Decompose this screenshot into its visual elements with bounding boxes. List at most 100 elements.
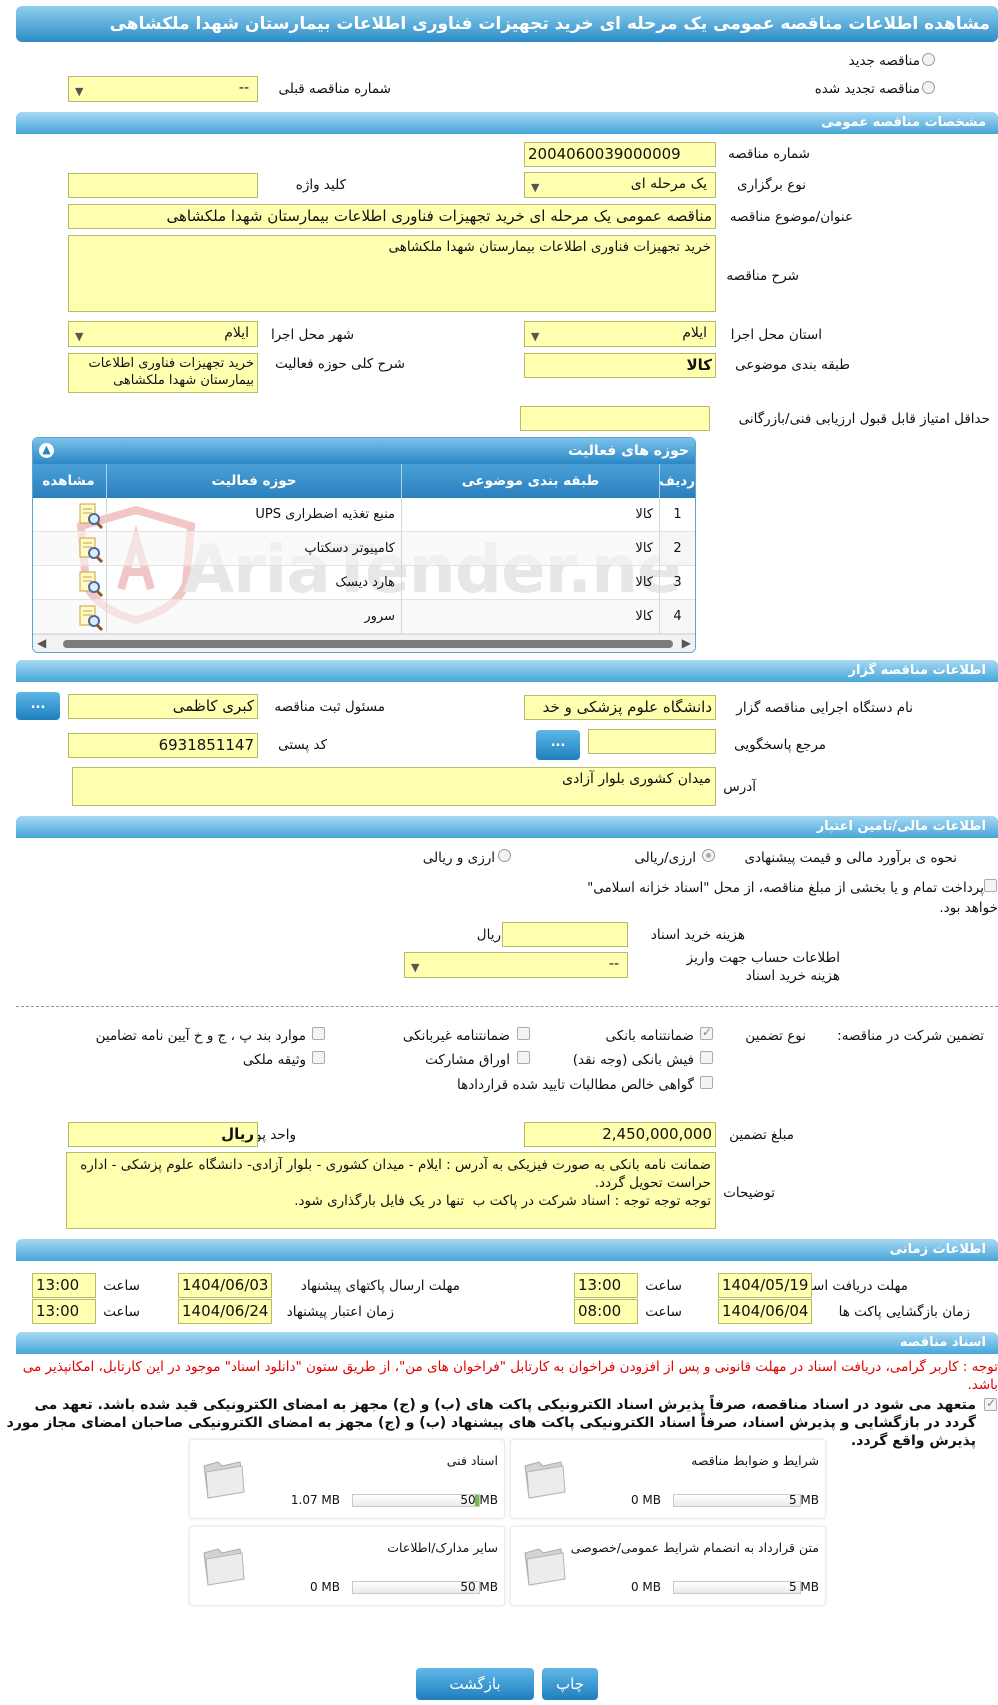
file-usage-bar bbox=[673, 1581, 801, 1594]
new-tender-radio[interactable] bbox=[922, 53, 935, 66]
keyword-field[interactable] bbox=[68, 173, 258, 198]
city-select[interactable]: ایلام ▼ bbox=[68, 321, 258, 347]
prev-number-select[interactable]: -- ▼ bbox=[68, 76, 258, 102]
org-name-label: نام دستگاه اجرایی مناقصه گزار bbox=[736, 700, 913, 716]
folder-icon bbox=[203, 1548, 245, 1586]
commitment-checkbox[interactable] bbox=[984, 1396, 997, 1411]
province-select[interactable]: ایلام ▼ bbox=[524, 321, 716, 347]
doc-cost-field[interactable] bbox=[502, 922, 628, 947]
participation-guarantee-label: تضمین شرکت در مناقصه: bbox=[837, 1028, 984, 1044]
row-field: منبع تغذیه اضطراری UPS bbox=[106, 498, 401, 532]
treasury-text-cont: خواهد بود. bbox=[939, 900, 998, 916]
section-header-organizer: اطلاعات مناقصه گزار bbox=[16, 660, 998, 682]
row-field: سرور bbox=[106, 600, 401, 634]
file-max-size: 50 MB bbox=[460, 1493, 498, 1507]
non-bank-guarantee-checkbox[interactable] bbox=[517, 1027, 530, 1040]
activities-title: حوزه های فعالیت bbox=[568, 443, 689, 459]
renewed-tender-radio[interactable] bbox=[922, 81, 935, 94]
currency-unit-field: ریال bbox=[68, 1122, 258, 1147]
category-field: کالا bbox=[524, 353, 716, 378]
view-document-icon[interactable] bbox=[77, 535, 103, 563]
type-select[interactable]: یک مرحله ای ▼ bbox=[524, 172, 716, 198]
participation-papers-checkbox[interactable] bbox=[517, 1051, 530, 1064]
folder-icon bbox=[524, 1461, 566, 1499]
city-label: شهر محل اجرا bbox=[270, 327, 354, 343]
col-index: ردیف bbox=[659, 464, 695, 498]
view-document-icon[interactable] bbox=[77, 501, 103, 529]
currency-rial-label: ارزی/ریالی bbox=[634, 850, 696, 866]
file-box-other[interactable]: سایر مدارک/اطلاعات 50 MB 0 MB bbox=[189, 1526, 505, 1606]
bank-receipt-checkbox[interactable] bbox=[700, 1051, 713, 1064]
tender-number-field: 2004060039000009 bbox=[524, 142, 716, 167]
horizontal-scrollbar[interactable]: ◀ ▶ bbox=[33, 634, 695, 652]
validity-hour-field: 13:00 bbox=[32, 1299, 96, 1324]
file-box-contract[interactable]: متن قرارداد به انضمام شرایط عمومی/خصوصی … bbox=[510, 1526, 826, 1606]
receive-time-field: 13:00 bbox=[574, 1273, 638, 1298]
view-document-icon[interactable] bbox=[77, 603, 103, 631]
row-index: 2 bbox=[659, 532, 695, 566]
back-button[interactable]: بازگشت bbox=[416, 1668, 534, 1700]
reference-field[interactable] bbox=[588, 729, 716, 754]
opening-time-word: ساعت bbox=[645, 1304, 682, 1320]
file-name: متن قرارداد به انضمام شرایط عمومی/خصوصی bbox=[570, 1540, 819, 1555]
divider bbox=[16, 1006, 998, 1007]
subject-label: عنوان/موضوع مناقصه bbox=[729, 209, 853, 225]
bank-guarantee-label: ضمانتنامه بانکی bbox=[605, 1028, 695, 1044]
select-reference-button[interactable]: ... bbox=[536, 730, 580, 760]
file-box-terms[interactable]: شرایط و ضوابط مناقصه 5 MB 0 MB bbox=[510, 1439, 826, 1519]
min-score-field[interactable] bbox=[520, 406, 710, 431]
opening-date-field: 1404/06/04 bbox=[718, 1299, 812, 1324]
file-box-technical[interactable]: اسناد فنی 50 MB 1.07 MB bbox=[189, 1439, 505, 1519]
row-category: کالا bbox=[401, 532, 659, 566]
property-bond-checkbox[interactable] bbox=[312, 1051, 325, 1064]
collapse-icon[interactable]: ▲ bbox=[39, 443, 54, 458]
description-field: خرید تجهیزات فناوری اطلاعات بیمارستان شه… bbox=[68, 235, 716, 312]
clauses-checkbox[interactable] bbox=[312, 1027, 325, 1040]
tender-number-label: شماره مناقصه bbox=[728, 146, 810, 162]
currency-rial-radio[interactable] bbox=[702, 849, 715, 862]
account-label: اطلاعات حساب جهت واریز هزینه خرید اسناد bbox=[686, 950, 840, 984]
receive-date-field: 1404/05/19 bbox=[718, 1273, 812, 1298]
validity-time-word: ساعت bbox=[103, 1304, 140, 1320]
bank-guarantee-checkbox[interactable] bbox=[700, 1025, 713, 1040]
documents-notice: توجه : کاربر گرامی، دریافت اسناد در مهلت… bbox=[22, 1359, 998, 1393]
row-index: 1 bbox=[659, 498, 695, 532]
account-select[interactable]: -- ▼ bbox=[404, 952, 628, 978]
type-value: یک مرحله ای bbox=[630, 176, 707, 192]
file-used-size: 0 MB bbox=[309, 1580, 340, 1594]
scroll-right-icon[interactable]: ▶ bbox=[682, 636, 691, 650]
treasury-checkbox[interactable] bbox=[984, 879, 997, 892]
print-button[interactable]: چاپ bbox=[542, 1668, 598, 1700]
scroll-left-icon[interactable]: ◀ bbox=[37, 636, 46, 650]
file-name: سایر مدارک/اطلاعات bbox=[387, 1540, 498, 1555]
net-claims-checkbox[interactable] bbox=[700, 1076, 713, 1089]
scrollbar-thumb[interactable] bbox=[63, 640, 673, 648]
clauses-label: موارد بند پ ، ج و خ آیین نامه تضامین bbox=[95, 1028, 306, 1044]
row-category: کالا bbox=[401, 566, 659, 600]
subject-field: مناقصه عمومی یک مرحله ای خرید تجهیزات فن… bbox=[68, 204, 716, 229]
address-field: میدان کشوری بلوار آزادی bbox=[72, 767, 716, 806]
section-header-documents: اسناد مناقصه bbox=[16, 1332, 998, 1354]
file-used-size: 0 MB bbox=[630, 1580, 661, 1594]
file-usage-bar bbox=[673, 1494, 801, 1507]
select-responsible-button[interactable]: ... bbox=[16, 692, 60, 720]
address-label: آدرس bbox=[723, 779, 756, 795]
non-bank-guarantee-label: ضمانتنامه غیربانکی bbox=[402, 1028, 510, 1044]
participation-papers-label: اوراق مشارکت bbox=[425, 1052, 510, 1068]
view-document-icon[interactable] bbox=[77, 569, 103, 597]
doc-cost-unit: ریال bbox=[476, 927, 501, 943]
description-label: شرح مناقصه bbox=[726, 268, 799, 284]
responsible-label: مسئول ثبت مناقصه bbox=[274, 699, 385, 715]
currency-and-rial-radio[interactable] bbox=[498, 849, 511, 862]
prev-number-value: -- bbox=[238, 80, 249, 96]
org-name-field: دانشگاه علوم پزشکی و خد bbox=[524, 695, 716, 720]
chevron-down-icon: ▼ bbox=[531, 181, 540, 194]
notes-label: توضیحات bbox=[723, 1185, 775, 1201]
row-index: 4 bbox=[659, 600, 695, 634]
postal-code-field: 6931851147 bbox=[68, 733, 258, 758]
currency-and-rial-label: ارزی و ریالی bbox=[422, 850, 495, 866]
send-time-field: 13:00 bbox=[32, 1273, 96, 1298]
reference-label: مرجع پاسخگویی bbox=[734, 737, 826, 753]
renewed-tender-label: مناقصه تجدید شده bbox=[814, 81, 920, 97]
new-tender-label: مناقصه جدید bbox=[848, 53, 920, 69]
